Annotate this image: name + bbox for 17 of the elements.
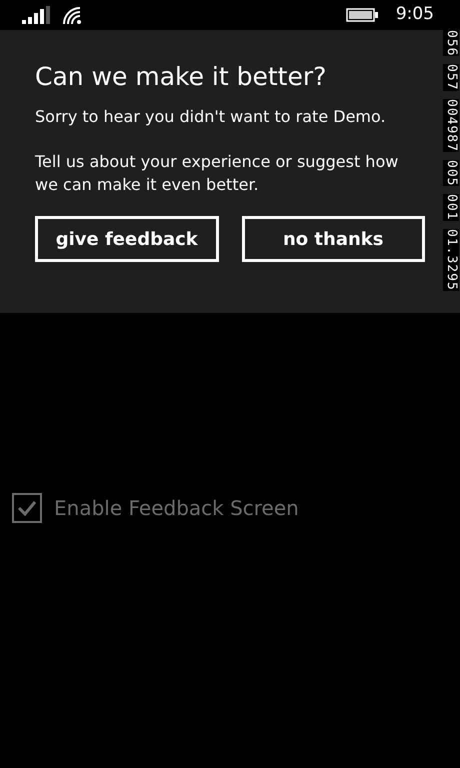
checkbox-label: Enable Feedback Screen [54,495,299,522]
dialog-button[interactable]: no thanks [242,216,425,262]
frame-counter: 001 [443,194,459,221]
dialog-button[interactable]: give feedback [35,216,218,262]
clock-time: 9:05 [396,3,434,26]
frame-counter: 004987 [443,98,459,152]
dialog-message: Tell us about your experience or suggest how we can make it even better. [35,151,400,196]
dialog-message: Sorry to hear you didn't want to rate Demo. [35,106,387,128]
wifi-icon [62,6,82,24]
signal-icon [22,6,50,24]
checkmark-icon [17,500,37,516]
frame-counter: 005 [443,160,459,186]
battery-icon [346,8,378,22]
frame-counter: 01.3295 [443,228,459,291]
frame-counter: 056 [443,30,459,56]
frame-counter: 057 [443,64,459,91]
dialog-title: Can we make it better? [35,61,328,93]
